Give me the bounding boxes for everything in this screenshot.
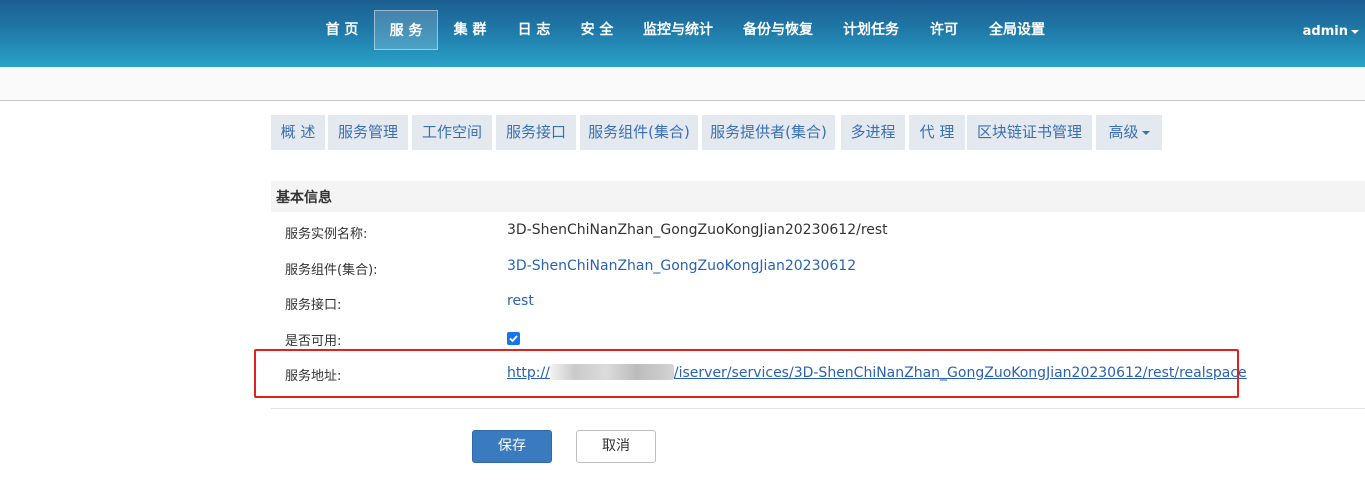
section-header: 基本信息	[271, 181, 1365, 212]
label-instance-name: 服务实例名称:	[285, 227, 368, 242]
cancel-button[interactable]: 取消	[576, 430, 656, 463]
tab-multiprocess[interactable]: 多进程	[841, 115, 905, 150]
check-icon	[509, 335, 518, 343]
nav-item-license[interactable]: 许可	[922, 10, 966, 50]
divider	[271, 408, 1365, 409]
top-navbar: 首 页 服 务 集 群 日 志 安 全 监控与统计 备份与恢复 计划任务 许可 …	[0, 0, 1365, 67]
nav-item-home[interactable]: 首 页	[318, 10, 366, 50]
link-service-interface[interactable]: rest	[507, 293, 534, 309]
nav-item-security[interactable]: 安 全	[573, 10, 621, 50]
tab-advanced-label: 高级	[1108, 123, 1139, 141]
nav-item-services[interactable]: 服 务	[374, 10, 438, 50]
user-menu[interactable]: admin	[1303, 24, 1359, 39]
nav-item-global-settings[interactable]: 全局设置	[983, 10, 1051, 50]
tab-service-interface[interactable]: 服务接口	[496, 115, 576, 150]
enabled-checkbox[interactable]	[507, 332, 520, 345]
nav-item-backup[interactable]: 备份与恢复	[738, 10, 818, 50]
tab-advanced[interactable]: 高级	[1096, 115, 1162, 150]
link-service-component[interactable]: 3D-ShenChiNanZhan_GongZuoKongJian2023061…	[507, 258, 856, 274]
tab-overview[interactable]: 概 述	[271, 115, 325, 150]
section-title: 基本信息	[276, 190, 332, 206]
tab-service-components[interactable]: 服务组件(集合)	[580, 115, 698, 150]
tab-workspace[interactable]: 工作空间	[412, 115, 492, 150]
chevron-down-icon	[1351, 29, 1359, 34]
label-enabled: 是否可用:	[285, 334, 342, 349]
sub-toolbar	[0, 67, 1365, 101]
label-service-interface: 服务接口:	[285, 298, 342, 313]
chevron-down-icon	[1141, 130, 1150, 135]
nav-item-monitoring[interactable]: 监控与统计	[638, 10, 718, 50]
nav-item-logs[interactable]: 日 志	[510, 10, 558, 50]
label-service-component: 服务组件(集合):	[285, 263, 378, 278]
tab-service-management[interactable]: 服务管理	[328, 115, 408, 150]
nav-item-scheduled-tasks[interactable]: 计划任务	[837, 10, 905, 50]
tab-blockchain-certificates[interactable]: 区块链证书管理	[967, 115, 1092, 150]
tab-service-providers[interactable]: 服务提供者(集合)	[702, 115, 835, 150]
nav-item-cluster[interactable]: 集 群	[446, 10, 494, 50]
tab-proxy[interactable]: 代 理	[909, 115, 965, 150]
highlight-annotation	[254, 349, 1239, 398]
user-name: admin	[1302, 24, 1348, 39]
save-button[interactable]: 保存	[472, 430, 552, 463]
value-instance-name: 3D-ShenChiNanZhan_GongZuoKongJian2023061…	[507, 222, 888, 238]
